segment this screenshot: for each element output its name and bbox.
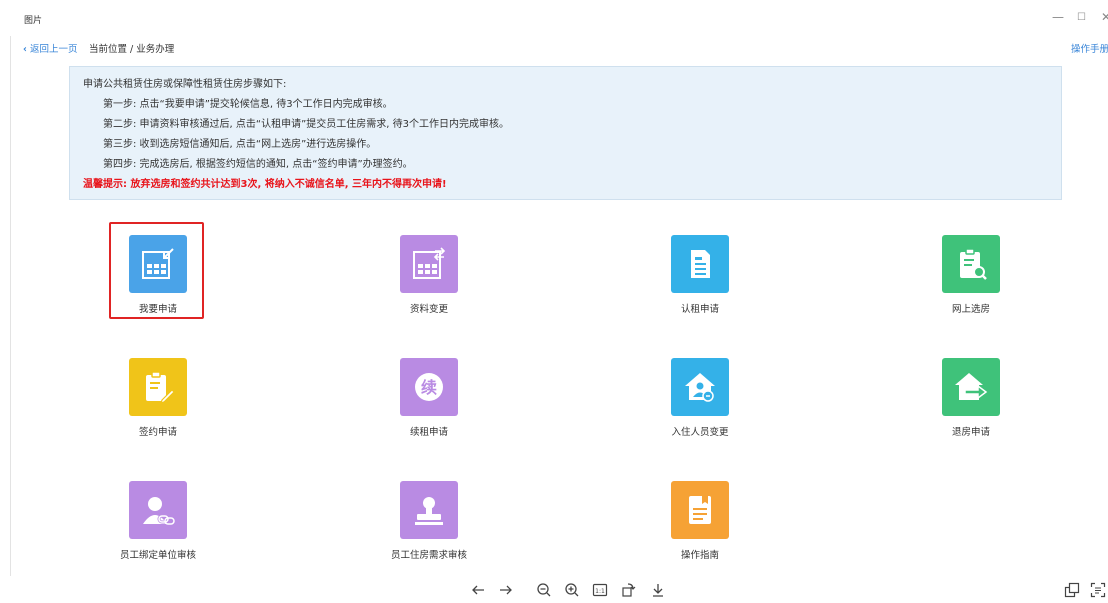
renew-glyph: 续	[421, 378, 437, 397]
chevron-left-icon: ‹	[23, 44, 27, 55]
window-title: 图片	[24, 16, 43, 26]
tile-label: 员工绑定单位审核	[119, 550, 196, 561]
tile-sign-apply[interactable]: 签约申请	[98, 358, 218, 438]
rotate-icon[interactable]	[620, 582, 636, 598]
tile-info-change[interactable]: 资料变更	[369, 235, 489, 315]
next-arrow-icon[interactable]	[498, 582, 514, 598]
ocr-icon[interactable]	[1090, 582, 1106, 598]
tile-resident-change[interactable]: 入住人员变更	[640, 358, 760, 438]
previous-arrow-icon[interactable]	[470, 582, 486, 598]
maximize-button[interactable]: ☐	[1077, 12, 1086, 23]
tile-label: 入住人员变更	[671, 427, 729, 438]
house-exit-icon	[942, 358, 1000, 416]
notice-step: 第四步: 完成选房后, 根据签约短信的通知, 点击“签约申请”办理签约。	[103, 159, 413, 170]
zoom-in-icon[interactable]	[564, 582, 580, 598]
tile-label: 员工住房需求审核	[390, 550, 467, 561]
table-swap-icon	[400, 235, 458, 293]
tile-housing-need-review[interactable]: 员工住房需求审核	[369, 481, 489, 561]
tile-checkout[interactable]: 退房申请	[911, 358, 1031, 438]
content-frame: ‹ 返回上一页 当前位置 / 业务办理 操作手册 申请公共租赁住房或保障性租赁住…	[10, 36, 1108, 576]
viewer-toolbar: 1:1	[0, 578, 1108, 603]
close-button[interactable]: ✕	[1101, 10, 1108, 24]
clipboard-search-icon	[942, 235, 1000, 293]
tile-apply[interactable]: 我要申请	[98, 235, 218, 315]
clipboard-edit-icon	[129, 358, 187, 416]
window-titlebar: 图片 — ☐ ✕	[0, 0, 1108, 36]
back-link-label: 返回上一页	[29, 44, 78, 55]
minimize-button[interactable]: —	[1052, 10, 1064, 24]
tile-label: 退房申请	[951, 427, 990, 438]
notice-warning: 温馨提示: 放弃选房和签约共计达到3次, 将纳入不诚信名单, 三年内不得再次申请…	[83, 179, 447, 190]
table-import-icon	[129, 235, 187, 293]
tile-renew[interactable]: 续 续租申请	[369, 358, 489, 438]
tile-label: 操作指南	[680, 550, 719, 561]
tile-label: 资料变更	[409, 304, 448, 315]
notice-step: 第二步: 申请资料审核通过后, 点击“认租申请”提交员工住房需求, 待3个工作日…	[103, 119, 509, 130]
tile-label: 我要申请	[138, 304, 177, 315]
user-stamp-icon	[400, 481, 458, 539]
document-icon	[671, 235, 729, 293]
tile-operation-guide[interactable]: 操作指南	[640, 481, 760, 561]
notice-intro: 申请公共租赁住房或保障性租赁住房步骤如下:	[83, 79, 287, 90]
tile-label: 认租申请	[680, 304, 719, 315]
tile-online-select[interactable]: 网上选房	[911, 235, 1031, 315]
zoom-out-icon[interactable]	[536, 582, 552, 598]
gallery-icon[interactable]	[1064, 582, 1080, 598]
house-person-icon	[671, 358, 729, 416]
tile-rent-apply[interactable]: 认租申请	[640, 235, 760, 315]
notice-step: 第一步: 点击“我要申请”提交轮候信息, 待3个工作日内完成审核。	[103, 99, 393, 110]
manual-link[interactable]: 操作手册	[1071, 41, 1108, 55]
notice-step: 第三步: 收到选房短信通知后, 点击“网上选房”进行选房操作。	[103, 139, 377, 150]
breadcrumb-bar: ‹ 返回上一页 当前位置 / 业务办理 操作手册	[11, 36, 1108, 58]
user-link-icon	[129, 481, 187, 539]
renew-icon: 续	[400, 358, 458, 416]
tile-label: 签约申请	[138, 427, 177, 438]
back-link[interactable]: ‹ 返回上一页	[23, 41, 77, 55]
tile-label: 网上选房	[951, 304, 990, 315]
actual-size-label: 1:1	[595, 588, 605, 595]
guide-book-icon	[671, 481, 729, 539]
download-icon[interactable]	[650, 582, 666, 598]
tile-label: 续租申请	[409, 427, 448, 438]
notice-panel: 申请公共租赁住房或保障性租赁住房步骤如下: 第一步: 点击“我要申请”提交轮候信…	[69, 66, 1062, 200]
tile-employee-bind-review[interactable]: 员工绑定单位审核	[98, 481, 218, 561]
actual-size-icon[interactable]: 1:1	[592, 582, 608, 598]
breadcrumb: 当前位置 / 业务办理	[89, 44, 175, 55]
